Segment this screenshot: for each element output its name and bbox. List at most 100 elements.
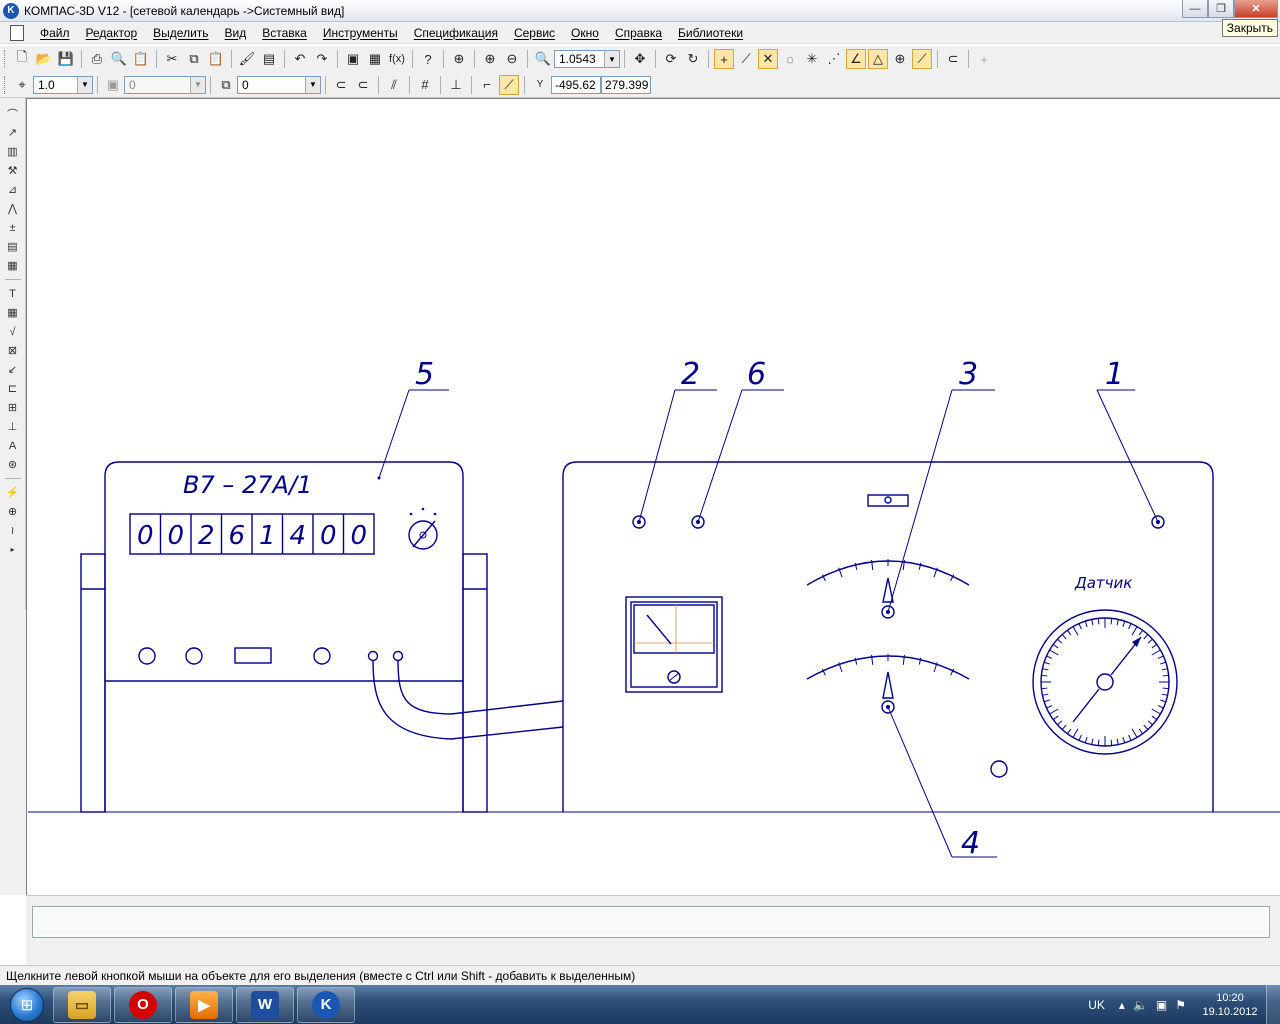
chevron-down-icon[interactable]: ▼ — [190, 76, 205, 93]
property-field[interactable] — [32, 906, 1270, 938]
kompas-app-icon[interactable]: K — [3, 2, 19, 19]
cut-line-icon[interactable]: ⊥ — [4, 418, 22, 435]
designations-icon[interactable]: ▥ — [4, 143, 22, 160]
analog-meter[interactable] — [625, 596, 723, 693]
undo-icon[interactable]: ↶ — [290, 49, 310, 69]
snap-center-icon[interactable]: ⊕ — [890, 49, 910, 69]
base-icon[interactable]: ⊠ — [4, 342, 22, 359]
network-icon[interactable]: ▣ — [1156, 998, 1167, 1012]
zoom-window-icon[interactable]: ⊕ — [449, 49, 469, 69]
center-mark-icon[interactable]: ⊕ — [4, 503, 22, 520]
clipboard-icon[interactable]: 📋 — [131, 49, 151, 69]
toolbar-grip[interactable] — [4, 50, 7, 68]
menu-service[interactable]: Сервис — [506, 26, 563, 40]
editing-icon[interactable]: ⚒ — [4, 162, 22, 179]
magnet-icon[interactable]: ⊂ — [943, 49, 963, 69]
orthogonal-mode-icon[interactable]: ⌐ — [477, 75, 497, 95]
callout-1[interactable]: 1 — [1096, 357, 1159, 523]
open-file-icon[interactable]: 📂 — [34, 49, 54, 69]
callout-3[interactable]: 3 — [887, 357, 995, 613]
maximize-button[interactable]: ❐ — [1208, 0, 1234, 18]
properties-icon[interactable]: ▤ — [259, 49, 279, 69]
close-button[interactable]: ✕ — [1234, 0, 1278, 18]
cable-1[interactable] — [372, 659, 564, 740]
document-icon[interactable] — [10, 24, 24, 41]
text-icon[interactable]: T — [4, 285, 22, 302]
view-state-icon[interactable]: ▣ — [103, 75, 123, 95]
round-coordinates-icon[interactable]: ⟋ — [499, 74, 519, 95]
tolerance-icon[interactable]: ⊞ — [4, 399, 22, 416]
expand-toolbar-icon[interactable]: ▸ — [4, 541, 22, 558]
menu-help[interactable]: Справка — [607, 26, 670, 40]
cable-2[interactable] — [397, 659, 564, 715]
snap-nearest-point-icon[interactable]: + — [714, 49, 734, 69]
ortho-icon[interactable]: ⫽ — [384, 75, 404, 95]
minimize-button[interactable]: — — [1182, 0, 1208, 18]
geometry-icon[interactable]: ⌒ — [4, 105, 22, 122]
cut-icon[interactable]: ✂ — [162, 49, 182, 69]
pan-icon[interactable]: ✥ — [630, 49, 650, 69]
variables-fx-icon[interactable]: f(x) — [387, 49, 407, 69]
menu-tools[interactable]: Инструменты — [315, 26, 406, 40]
associative-views-icon[interactable]: ▤ — [4, 238, 22, 255]
snap-alignment-icon[interactable]: ⟋ — [912, 49, 932, 69]
taskbar-opera[interactable]: O — [114, 986, 172, 1023]
cursor-step-icon[interactable]: ⌖ — [12, 75, 32, 95]
taskbar-explorer[interactable]: ▭ — [53, 986, 111, 1023]
upper-scale[interactable] — [806, 560, 970, 619]
tray-expand-icon[interactable]: ▴ — [1119, 998, 1125, 1012]
local-snap-icon[interactable]: ⊂ — [353, 75, 373, 95]
instrument-body[interactable] — [562, 461, 1214, 812]
menu-file[interactable]: Файл — [32, 26, 78, 40]
taskbar-kompas[interactable]: K — [297, 986, 355, 1023]
lower-scale[interactable] — [806, 655, 970, 714]
show-desktop-button[interactable] — [1266, 985, 1280, 1024]
snap-grid-icon[interactable]: ⋰ — [824, 49, 844, 69]
zoom-scale-icon[interactable]: 🔍 — [533, 49, 553, 69]
chevron-down-icon[interactable]: ▼ — [305, 76, 320, 93]
zoom-combo[interactable]: 1.0543 ▼ — [554, 50, 620, 68]
spec-icon[interactable]: ▦ — [4, 257, 22, 274]
magnet-snap-icon[interactable]: ⊂ — [331, 75, 351, 95]
drawing-canvas[interactable]: .ln { stroke: #00008b; stroke-width: 1.4… — [26, 98, 1280, 895]
redraw-icon[interactable]: ↻ — [683, 49, 703, 69]
help-pointer-icon[interactable]: ? — [418, 49, 438, 69]
menu-select[interactable]: Выделить — [145, 26, 216, 40]
menu-editor[interactable]: Редактор — [78, 26, 146, 40]
menu-specification[interactable]: Спецификация — [406, 26, 506, 40]
clock[interactable]: 10:20 19.10.2012 — [1194, 991, 1266, 1019]
start-button[interactable]: ⊞ — [4, 986, 50, 1024]
language-indicator[interactable]: UK — [1088, 998, 1105, 1012]
taskbar-media-player[interactable]: ▶ — [175, 986, 233, 1023]
cursor-x-field[interactable]: -495.62 — [551, 75, 601, 94]
flag-icon[interactable]: ⚑ — [1175, 998, 1186, 1012]
snap-intersection-icon[interactable]: ✕ — [758, 49, 778, 69]
grid-icon[interactable]: # — [415, 75, 435, 95]
voltmeter-device[interactable]: В7 – 27А/1 00261400 — [104, 461, 464, 812]
view-arrow-icon[interactable]: A — [4, 437, 22, 454]
axis-icon[interactable]: ⊛ — [4, 456, 22, 473]
position-leader-icon[interactable]: ⊏ — [4, 380, 22, 397]
snap-angle-icon[interactable]: ∠ — [846, 49, 866, 69]
refresh-icon[interactable]: ⟳ — [661, 49, 681, 69]
device-stand[interactable] — [80, 553, 488, 813]
chevron-down-icon[interactable]: ▼ — [77, 76, 92, 93]
menu-window[interactable]: Окно — [563, 26, 607, 40]
snap-point-on-curve-icon[interactable]: △ — [868, 49, 888, 69]
cursor-y-field[interactable]: 279.399 — [601, 75, 651, 94]
coordinates-icon[interactable]: Y — [530, 75, 550, 95]
callout-4[interactable]: 4 — [887, 706, 997, 861]
selection-icon[interactable]: ± — [4, 219, 22, 236]
callout-5[interactable]: 5 — [378, 357, 449, 479]
zoom-out-icon[interactable]: ⊖ — [502, 49, 522, 69]
callout-6[interactable]: 6 — [697, 357, 784, 523]
local-cs-icon[interactable]: ⊥ — [446, 75, 466, 95]
volume-icon[interactable]: 🔈 — [1133, 998, 1148, 1012]
zoom-in-icon[interactable]: ⊕ — [480, 49, 500, 69]
paste-icon[interactable]: 📋 — [206, 49, 226, 69]
chevron-down-icon[interactable]: ▼ — [604, 51, 619, 67]
snap-normal-icon[interactable]: ✳ — [802, 49, 822, 69]
new-file-icon[interactable]: 🗋 — [12, 49, 32, 69]
save-icon[interactable]: 💾 — [56, 49, 76, 69]
toolbar-grip[interactable] — [4, 75, 7, 94]
